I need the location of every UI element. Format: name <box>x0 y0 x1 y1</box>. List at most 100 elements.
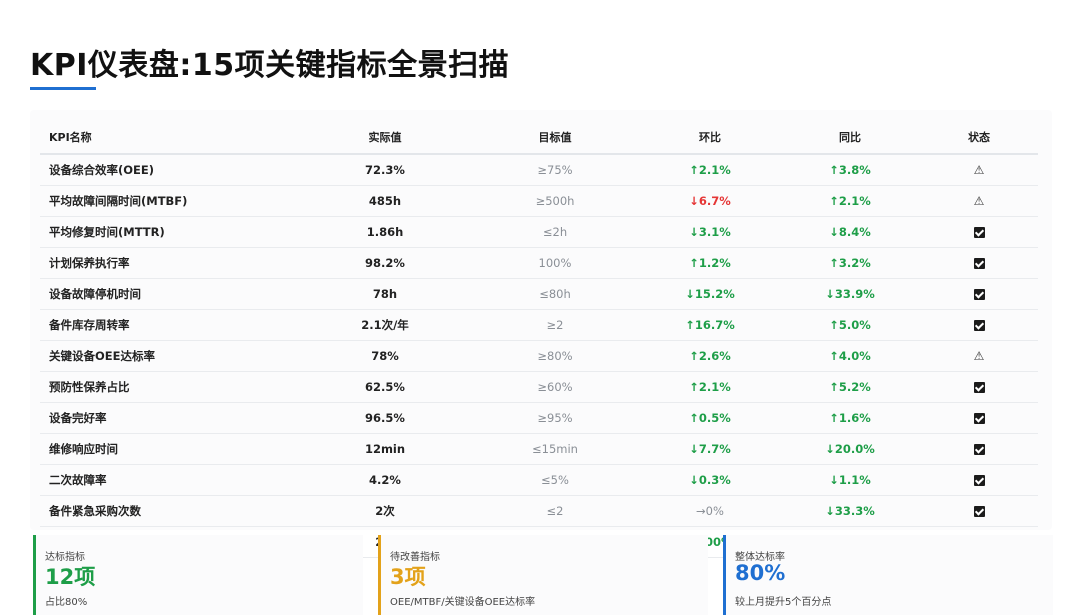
checkbox-checked-icon <box>973 227 985 238</box>
mom-change-value: ↓15.2% <box>685 287 735 301</box>
summary-value: 3项 <box>390 565 426 589</box>
target-value-cell: ≥60% <box>470 371 640 403</box>
target-value-cell: ≥80% <box>470 340 640 372</box>
mom-change-cell: ↑0.5% <box>640 402 780 434</box>
status-cell <box>920 278 1038 310</box>
target-value-cell: ≤2 <box>470 495 640 527</box>
mom-change-value: ↓3.1% <box>689 225 731 239</box>
yoy-change-value: ↑5.0% <box>829 318 871 332</box>
checkbox-checked-icon <box>973 506 985 517</box>
yoy-change-cell: ↓1.1% <box>780 464 920 496</box>
mom-change-value: →0% <box>696 504 724 518</box>
table-row: 设备综合效率(OEE) 72.3% ≥75% ↑2.1% ↑3.8% ⚠ <box>40 154 1038 186</box>
target-value-cell: 100% <box>470 247 640 279</box>
checkbox-checked-icon <box>973 320 985 331</box>
summary-note: OEE/MTBF/关键设备OEE达标率 <box>390 597 536 608</box>
actual-value-cell: 96.5% <box>300 402 470 434</box>
page-title: KPI仪表盘:15项关键指标全景扫描 <box>30 48 510 83</box>
summary-accent-bar <box>33 535 36 615</box>
target-value-cell: ≥500h <box>470 185 640 217</box>
yoy-change-cell: ↓33.3% <box>780 495 920 527</box>
kpi-table-card: KPI名称 实际值 目标值 环比 同比 状态 设备综合效率(OEE) 72.3% ≥… <box>30 110 1052 558</box>
yoy-change-cell: ↑5.2% <box>780 371 920 403</box>
warning-triangle-icon: ⚠ <box>973 194 985 208</box>
mom-change-value: ↑2.6% <box>689 349 731 363</box>
actual-value-cell: 4.2% <box>300 464 470 496</box>
table-row: 备件库存周转率 2.1次/年 ≥2 ↑16.7% ↑5.0% <box>40 309 1038 341</box>
target-value-cell: ≤15min <box>470 433 640 465</box>
status-cell <box>920 495 1038 527</box>
yoy-change-value: ↓20.0% <box>825 442 875 456</box>
kpi-name-cell: 设备故障停机时间 <box>40 278 300 310</box>
kpi-name-cell: 维修响应时间 <box>40 433 300 465</box>
status-cell <box>920 371 1038 403</box>
mom-change-cell: ↓6.7% <box>640 185 780 217</box>
table-row: 备件紧急采购次数 2次 ≤2 →0% ↓33.3% <box>40 495 1038 527</box>
checkbox-checked-icon <box>973 444 985 455</box>
actual-value-cell: 78h <box>300 278 470 310</box>
table-row: 维修响应时间 12min ≤15min ↓7.7% ↓20.0% <box>40 433 1038 465</box>
header-kpi-name: KPI名称 <box>40 121 300 155</box>
kpi-table: KPI名称 实际值 目标值 环比 同比 状态 设备综合效率(OEE) 72.3% ≥… <box>40 121 1038 558</box>
summary-accent-bar <box>378 535 381 615</box>
mom-change-cell: ↑1.2% <box>640 247 780 279</box>
kpi-name-cell: 备件紧急采购次数 <box>40 495 300 527</box>
kpi-name-cell: 平均修复时间(MTTR) <box>40 216 300 248</box>
actual-value-cell: 485h <box>300 185 470 217</box>
yoy-change-value: ↑4.0% <box>829 349 871 363</box>
kpi-name-cell: 计划保养执行率 <box>40 247 300 279</box>
warning-triangle-icon: ⚠ <box>973 163 985 177</box>
table-row: 设备完好率 96.5% ≥95% ↑0.5% ↑1.6% <box>40 402 1038 434</box>
actual-value-cell: 1.86h <box>300 216 470 248</box>
status-cell: ⚠ <box>920 185 1038 217</box>
summary-card-met: 达标指标 12项 占比80% <box>33 535 363 615</box>
actual-value-cell: 2次 <box>300 495 470 527</box>
yoy-change-cell: ↑4.0% <box>780 340 920 372</box>
target-value-cell: ≤2h <box>470 216 640 248</box>
target-value-cell: ≥95% <box>470 402 640 434</box>
status-cell <box>920 433 1038 465</box>
target-value-cell: ≤80h <box>470 278 640 310</box>
kpi-name-cell: 二次故障率 <box>40 464 300 496</box>
mom-change-cell: ↓15.2% <box>640 278 780 310</box>
yoy-change-cell: ↑5.0% <box>780 309 920 341</box>
table-row: 平均修复时间(MTTR) 1.86h ≤2h ↓3.1% ↓8.4% <box>40 216 1038 248</box>
actual-value-cell: 72.3% <box>300 154 470 186</box>
table-row: 平均故障间隔时间(MTBF) 485h ≥500h ↓6.7% ↑2.1% ⚠ <box>40 185 1038 217</box>
yoy-change-value: ↑3.8% <box>829 163 871 177</box>
yoy-change-value: ↑2.1% <box>829 194 871 208</box>
table-row: 设备故障停机时间 78h ≤80h ↓15.2% ↓33.9% <box>40 278 1038 310</box>
header-actual: 实际值 <box>300 121 470 155</box>
yoy-change-cell: ↑3.8% <box>780 154 920 186</box>
mom-change-value: ↓7.7% <box>689 442 731 456</box>
yoy-change-cell: ↑1.6% <box>780 402 920 434</box>
mom-change-cell: ↑2.6% <box>640 340 780 372</box>
status-cell <box>920 402 1038 434</box>
header-target: 目标值 <box>470 121 640 155</box>
table-header-row: KPI名称 实际值 目标值 环比 同比 状态 <box>40 121 1038 155</box>
kpi-name-cell: 备件库存周转率 <box>40 309 300 341</box>
mom-change-value: ↓0.3% <box>689 473 731 487</box>
kpi-name-cell: 平均故障间隔时间(MTBF) <box>40 185 300 217</box>
target-value-cell: ≥75% <box>470 154 640 186</box>
summary-value: 80% <box>735 561 786 585</box>
header-status: 状态 <box>920 121 1038 155</box>
summary-accent-bar <box>723 535 726 615</box>
yoy-change-cell: ↓8.4% <box>780 216 920 248</box>
status-cell <box>920 464 1038 496</box>
checkbox-checked-icon <box>973 382 985 393</box>
mom-change-cell: ↑16.7% <box>640 309 780 341</box>
mom-change-value: ↓6.7% <box>689 194 731 208</box>
status-cell: ⚠ <box>920 340 1038 372</box>
header-mom: 环比 <box>640 121 780 155</box>
kpi-name-cell: 设备完好率 <box>40 402 300 434</box>
kpi-name-cell: 关键设备OEE达标率 <box>40 340 300 372</box>
title-underline <box>30 87 96 90</box>
mom-change-value: ↑0.5% <box>689 411 731 425</box>
mom-change-cell: ↓3.1% <box>640 216 780 248</box>
yoy-change-value: ↓33.9% <box>825 287 875 301</box>
mom-change-value: ↑2.1% <box>689 163 731 177</box>
target-value-cell: ≥2 <box>470 309 640 341</box>
header-yoy: 同比 <box>780 121 920 155</box>
status-cell <box>920 309 1038 341</box>
